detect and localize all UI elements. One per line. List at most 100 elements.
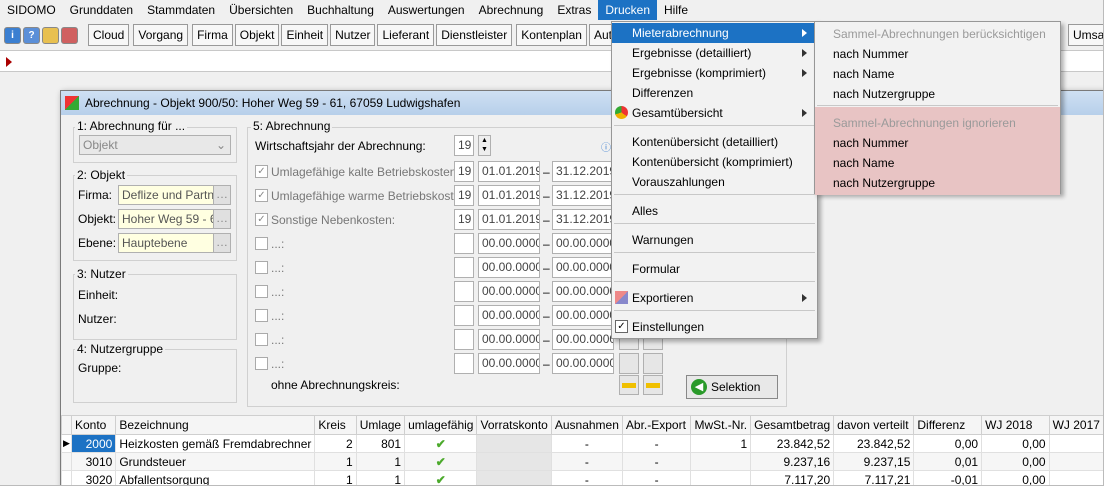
date-to-input[interactable]: 00.00.0000: [552, 257, 614, 278]
selektion-button[interactable]: ◀ Selektion: [686, 375, 778, 399]
info-icon[interactable]: ⓘ: [601, 139, 611, 154]
col-ausnahmen[interactable]: Ausnahmen: [550, 415, 623, 435]
menu-buchhaltung[interactable]: Buchhaltung: [300, 0, 381, 20]
menu-item-gesamtübersicht[interactable]: Gesamtübersicht: [612, 103, 817, 123]
menu-item-warnungen[interactable]: Warnungen: [612, 230, 817, 250]
users-icon[interactable]: [61, 26, 78, 44]
col-gesamtbetrag[interactable]: Gesamtbetrag: [750, 415, 835, 435]
kreis-input[interactable]: [454, 281, 474, 302]
row-checkbox[interactable]: [255, 237, 268, 250]
cloud-button[interactable]: Cloud: [88, 24, 130, 46]
col-wj-2017[interactable]: WJ 2017: [1048, 415, 1103, 435]
col-abr-export[interactable]: Abr.-Export: [621, 415, 692, 435]
abrechnung-fuer-select[interactable]: Objekt ⌄: [79, 135, 231, 155]
menu-auswertungen[interactable]: Auswertungen: [381, 0, 472, 20]
ohne-kreis-from-button[interactable]: [619, 375, 639, 395]
menu-item-differenzen[interactable]: Differenzen: [612, 83, 817, 103]
date-to-input[interactable]: 31.12.2019: [552, 185, 614, 206]
submenu-item-nach-name[interactable]: nach Name: [815, 153, 1060, 173]
menu-abrechnung[interactable]: Abrechnung: [472, 0, 551, 20]
firma-browse-button[interactable]: …: [213, 185, 231, 205]
date-from-input[interactable]: 00.00.0000: [478, 233, 540, 254]
row-checkbox[interactable]: ✓: [255, 165, 268, 178]
dienstleister-button[interactable]: Dienstleister: [436, 24, 513, 46]
menu-extras[interactable]: Extras: [550, 0, 598, 20]
menu-item-vorauszahlungen[interactable]: Vorauszahlungen: [612, 172, 817, 192]
date-to-input[interactable]: 00.00.0000: [552, 305, 614, 326]
vorgang-button[interactable]: Vorgang: [133, 24, 189, 46]
objekt-field[interactable]: Hoher Weg 59 - 6: [118, 209, 214, 229]
menu-item-ergebnisse-detailliert[interactable]: Ergebnisse (detailliert): [612, 43, 817, 63]
objekt-browse-button[interactable]: …: [213, 209, 231, 229]
wirtschaftsjahr-input[interactable]: 19: [454, 135, 474, 156]
row-checkbox[interactable]: ✓: [255, 213, 268, 226]
row-checkbox[interactable]: [255, 261, 268, 274]
date-from-input[interactable]: 01.01.2019: [478, 161, 540, 182]
nutzer-button[interactable]: Nutzer: [330, 24, 376, 46]
help-icon[interactable]: ?: [23, 26, 40, 44]
menu-item-ergebnisse-komprimiert[interactable]: Ergebnisse (komprimiert): [612, 63, 817, 83]
row-from-button[interactable]: [619, 353, 639, 374]
submenu-item-nach-nutzergruppe[interactable]: nach Nutzergruppe: [815, 173, 1060, 193]
col-konto[interactable]: Konto: [70, 415, 117, 435]
objekt-button[interactable]: Objekt: [234, 24, 280, 46]
info-icon[interactable]: i: [4, 26, 21, 44]
submenu-item-nach-nutzergruppe[interactable]: nach Nutzergruppe: [815, 84, 1060, 104]
row-checkbox[interactable]: [255, 309, 268, 322]
menu-item-exportieren[interactable]: Exportieren: [612, 288, 817, 308]
kreis-input[interactable]: [454, 353, 474, 374]
date-from-input[interactable]: 00.00.0000: [478, 305, 540, 326]
date-to-input[interactable]: 00.00.0000: [552, 353, 614, 374]
table-row[interactable]: 3010 Grundsteuer 1 1 ✔ - -9.237,16 9.237,15 0,01…: [61, 452, 1103, 471]
kreis-input[interactable]: [454, 305, 474, 326]
row-checkbox[interactable]: [255, 357, 268, 370]
kreis-input[interactable]: 19: [454, 161, 474, 182]
firma-button[interactable]: Firma: [192, 24, 233, 46]
menu-grunddaten[interactable]: Grunddaten: [63, 0, 140, 20]
ohne-kreis-to-button[interactable]: [643, 375, 663, 395]
date-from-input[interactable]: 00.00.0000: [478, 257, 540, 278]
submenu-item-nach-nummer[interactable]: nach Nummer: [815, 133, 1060, 153]
col-umlagefaehig[interactable]: umlagefähig: [404, 415, 478, 435]
menu-hilfe[interactable]: Hilfe: [657, 0, 695, 20]
menu-item-einstellungen[interactable]: Einstellungen ✓: [612, 317, 817, 337]
einheit-button[interactable]: Einheit: [281, 24, 329, 46]
col-bezeichnung[interactable]: Bezeichnung: [115, 415, 316, 435]
col-davon-verteilt[interactable]: davon verteilt: [833, 415, 915, 435]
submenu-item-nach-name[interactable]: nach Name: [815, 64, 1060, 84]
col-wj-2018[interactable]: WJ 2018: [981, 415, 1050, 435]
date-to-input[interactable]: 00.00.0000: [552, 329, 614, 350]
kreis-input[interactable]: 19: [454, 185, 474, 206]
submenu-item-nach-nummer[interactable]: nach Nummer: [815, 44, 1060, 64]
kreis-input[interactable]: [454, 233, 474, 254]
menu-stammdaten[interactable]: Stammdaten: [140, 0, 222, 20]
date-to-input[interactable]: 31.12.2019: [552, 161, 614, 182]
date-from-input[interactable]: 00.00.0000: [478, 281, 540, 302]
menu-item-kontenübersicht-komprimiert[interactable]: Kontenübersicht (komprimiert): [612, 152, 817, 172]
lieferant-button[interactable]: Lieferant: [377, 24, 435, 46]
kreis-input[interactable]: [454, 329, 474, 350]
table-row[interactable]: 3020 Abfallentsorgung 1 1 ✔ - -7.117,20 7.117,2…: [61, 470, 1103, 485]
kreis-input[interactable]: 19: [454, 209, 474, 230]
date-to-input[interactable]: 00.00.0000: [552, 233, 614, 254]
kreis-input[interactable]: [454, 257, 474, 278]
date-from-input[interactable]: 00.00.0000: [478, 329, 540, 350]
date-from-input[interactable]: 01.01.2019: [478, 209, 540, 230]
menu-drucken[interactable]: Drucken: [598, 0, 658, 20]
folder-icon[interactable]: [42, 26, 59, 44]
date-to-input[interactable]: 00.00.0000: [552, 281, 614, 302]
date-from-input[interactable]: 00.00.0000: [478, 353, 540, 374]
menu-sidomo[interactable]: SIDOMO: [0, 0, 63, 20]
menu-item-formular[interactable]: Formular: [612, 259, 817, 279]
row-checkbox[interactable]: [255, 333, 268, 346]
menu-item-mieterabrechnung[interactable]: Mieterabrechnung: [612, 23, 817, 43]
ebene-browse-button[interactable]: …: [213, 233, 231, 253]
row-checkbox[interactable]: [255, 285, 268, 298]
col-vorratskonto[interactable]: Vorratskonto: [476, 415, 552, 435]
year-spinner[interactable]: ▲ ▼: [478, 135, 491, 156]
col-mwst-nr[interactable]: MwSt.-Nr.: [690, 415, 752, 435]
kontenplan-button[interactable]: Kontenplan: [516, 24, 587, 46]
row-to-button[interactable]: [643, 353, 663, 374]
col-kreis[interactable]: Kreis: [314, 415, 357, 435]
date-to-input[interactable]: 31.12.2019: [552, 209, 614, 230]
